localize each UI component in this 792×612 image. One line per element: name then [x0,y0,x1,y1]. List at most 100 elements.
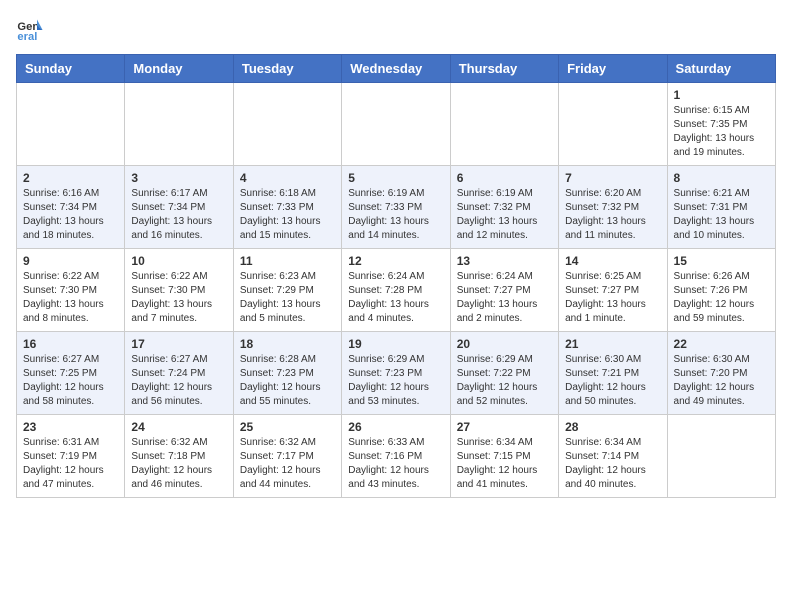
calendar-cell: 17Sunrise: 6:27 AM Sunset: 7:24 PM Dayli… [125,332,233,415]
day-number: 22 [674,337,769,351]
calendar-cell: 28 Sunrise: 6:34 AM Sunset: 7:14 PM Dayli… [559,415,667,498]
logo-icon: Gen eral [16,16,44,44]
day-number: 4 [240,171,335,185]
day-header-tuesday: Tuesday [233,55,341,83]
day-info: Sunrise: 6:24 AM Sunset: 7:28 PM Dayligh… [348,270,443,326]
day-header-sunday: Sunday [17,55,125,83]
calendar-cell: 26 Sunrise: 6:33 AM Sunset: 7:16 PM Dayli… [342,415,450,498]
calendar-cell: 15Sunrise: 6:26 AM Sunset: 7:26 PM Dayli… [667,249,775,332]
day-number: 19 [348,337,443,351]
calendar-cell: 11 Sunrise: 6:23 AM Sunset: 7:29 PM Dayli… [233,249,341,332]
calendar-week-3: 9 Sunrise: 6:22 AM Sunset: 7:30 PM Daylig… [17,249,776,332]
calendar: SundayMondayTuesdayWednesdayThursdayFrid… [16,54,776,498]
day-info: Sunrise: 6:22 AM Sunset: 7:30 PM Dayligh… [131,270,226,326]
day-number: 16 [23,337,118,351]
day-number: 3 [131,171,226,185]
calendar-cell: 2 Sunrise: 6:16 AM Sunset: 7:34 PM Daylig… [17,166,125,249]
day-header-wednesday: Wednesday [342,55,450,83]
day-number: 21 [565,337,660,351]
day-info: Sunrise: 6:19 AM Sunset: 7:33 PM Dayligh… [348,187,443,243]
day-info: Sunrise: 6:30 AM Sunset: 7:20 PM Dayligh… [674,353,769,409]
calendar-cell [342,83,450,166]
svg-text:eral: eral [17,31,37,43]
day-info: Sunrise: 6:22 AM Sunset: 7:30 PM Dayligh… [23,270,118,326]
calendar-cell: 10 Sunrise: 6:22 AM Sunset: 7:30 PM Dayli… [125,249,233,332]
day-info: Sunrise: 6:21 AM Sunset: 7:31 PM Dayligh… [674,187,769,243]
calendar-cell [125,83,233,166]
day-number: 28 [565,420,660,434]
calendar-week-2: 2 Sunrise: 6:16 AM Sunset: 7:34 PM Daylig… [17,166,776,249]
day-header-saturday: Saturday [667,55,775,83]
day-info: Sunrise: 6:19 AM Sunset: 7:32 PM Dayligh… [457,187,552,243]
day-number: 25 [240,420,335,434]
calendar-cell: 4 Sunrise: 6:18 AM Sunset: 7:33 PM Daylig… [233,166,341,249]
calendar-cell: 3 Sunrise: 6:17 AM Sunset: 7:34 PM Daylig… [125,166,233,249]
calendar-cell: 18 Sunrise: 6:28 AM Sunset: 7:23 PM Dayli… [233,332,341,415]
day-info: Sunrise: 6:25 AM Sunset: 7:27 PM Dayligh… [565,270,660,326]
day-number: 8 [674,171,769,185]
calendar-cell: 22 Sunrise: 6:30 AM Sunset: 7:20 PM Dayli… [667,332,775,415]
day-info: Sunrise: 6:33 AM Sunset: 7:16 PM Dayligh… [348,436,443,492]
day-info: Sunrise: 6:15 AM Sunset: 7:35 PM Dayligh… [674,104,769,160]
calendar-cell: 24 Sunrise: 6:32 AM Sunset: 7:18 PM Dayli… [125,415,233,498]
day-number: 11 [240,254,335,268]
calendar-cell: 1 Sunrise: 6:15 AM Sunset: 7:35 PM Daylig… [667,83,775,166]
day-number: 13 [457,254,552,268]
calendar-cell: 8 Sunrise: 6:21 AM Sunset: 7:31 PM Daylig… [667,166,775,249]
day-number: 5 [348,171,443,185]
calendar-cell: 5 Sunrise: 6:19 AM Sunset: 7:33 PM Daylig… [342,166,450,249]
calendar-cell [17,83,125,166]
calendar-cell: 14 Sunrise: 6:25 AM Sunset: 7:27 PM Dayli… [559,249,667,332]
calendar-cell: 9 Sunrise: 6:22 AM Sunset: 7:30 PM Daylig… [17,249,125,332]
day-number: 6 [457,171,552,185]
calendar-cell: 25 Sunrise: 6:32 AM Sunset: 7:17 PM Dayli… [233,415,341,498]
day-info: Sunrise: 6:26 AM Sunset: 7:26 PM Dayligh… [674,270,769,326]
day-info: Sunrise: 6:17 AM Sunset: 7:34 PM Dayligh… [131,187,226,243]
calendar-week-4: 16 Sunrise: 6:27 AM Sunset: 7:25 PM Dayli… [17,332,776,415]
day-number: 26 [348,420,443,434]
calendar-cell: 6 Sunrise: 6:19 AM Sunset: 7:32 PM Daylig… [450,166,558,249]
day-number: 20 [457,337,552,351]
calendar-cell: 13Sunrise: 6:24 AM Sunset: 7:27 PM Dayli… [450,249,558,332]
day-info: Sunrise: 6:34 AM Sunset: 7:15 PM Dayligh… [457,436,552,492]
logo: Gen eral [16,16,48,44]
day-info: Sunrise: 6:29 AM Sunset: 7:22 PM Dayligh… [457,353,552,409]
day-number: 12 [348,254,443,268]
day-info: Sunrise: 6:27 AM Sunset: 7:25 PM Dayligh… [23,353,118,409]
calendar-cell [450,83,558,166]
day-number: 1 [674,88,769,102]
day-number: 2 [23,171,118,185]
day-header-thursday: Thursday [450,55,558,83]
calendar-cell: 7Sunrise: 6:20 AM Sunset: 7:32 PM Daylig… [559,166,667,249]
calendar-cell: 27 Sunrise: 6:34 AM Sunset: 7:15 PM Dayli… [450,415,558,498]
day-info: Sunrise: 6:32 AM Sunset: 7:17 PM Dayligh… [240,436,335,492]
day-number: 27 [457,420,552,434]
day-number: 9 [23,254,118,268]
day-info: Sunrise: 6:28 AM Sunset: 7:23 PM Dayligh… [240,353,335,409]
day-info: Sunrise: 6:18 AM Sunset: 7:33 PM Dayligh… [240,187,335,243]
day-number: 24 [131,420,226,434]
day-info: Sunrise: 6:16 AM Sunset: 7:34 PM Dayligh… [23,187,118,243]
day-header-friday: Friday [559,55,667,83]
day-number: 18 [240,337,335,351]
day-info: Sunrise: 6:30 AM Sunset: 7:21 PM Dayligh… [565,353,660,409]
day-number: 14 [565,254,660,268]
day-number: 10 [131,254,226,268]
calendar-cell: 23 Sunrise: 6:31 AM Sunset: 7:19 PM Dayli… [17,415,125,498]
calendar-cell [559,83,667,166]
calendar-week-1: 1 Sunrise: 6:15 AM Sunset: 7:35 PM Daylig… [17,83,776,166]
day-header-monday: Monday [125,55,233,83]
day-info: Sunrise: 6:29 AM Sunset: 7:23 PM Dayligh… [348,353,443,409]
day-info: Sunrise: 6:32 AM Sunset: 7:18 PM Dayligh… [131,436,226,492]
calendar-cell: 19 Sunrise: 6:29 AM Sunset: 7:23 PM Dayli… [342,332,450,415]
day-info: Sunrise: 6:34 AM Sunset: 7:14 PM Dayligh… [565,436,660,492]
calendar-cell [667,415,775,498]
day-number: 17 [131,337,226,351]
day-info: Sunrise: 6:20 AM Sunset: 7:32 PM Dayligh… [565,187,660,243]
calendar-cell [233,83,341,166]
day-info: Sunrise: 6:23 AM Sunset: 7:29 PM Dayligh… [240,270,335,326]
page-header: Gen eral [16,16,776,44]
day-number: 23 [23,420,118,434]
calendar-week-5: 23 Sunrise: 6:31 AM Sunset: 7:19 PM Dayli… [17,415,776,498]
day-info: Sunrise: 6:31 AM Sunset: 7:19 PM Dayligh… [23,436,118,492]
